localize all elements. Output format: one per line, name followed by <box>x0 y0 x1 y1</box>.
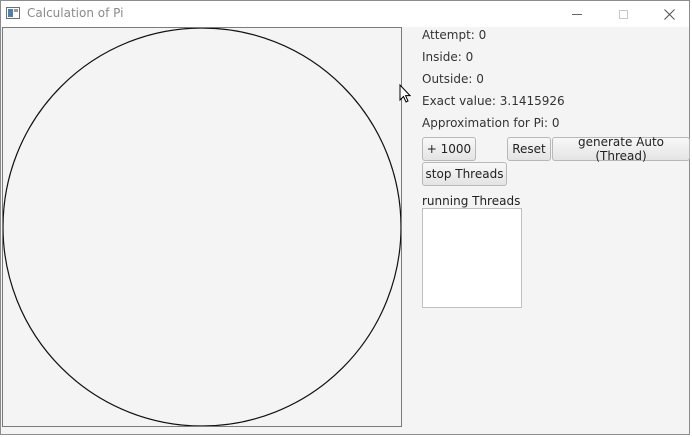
title-bar[interactable]: Calculation of Pi <box>1 1 689 27</box>
minimize-icon <box>572 13 582 15</box>
attempt-count: Attempt: 0 <box>422 28 487 42</box>
outside-count: Outside: 0 <box>422 72 484 86</box>
maximize-button[interactable] <box>600 1 646 27</box>
generate-auto-thread-button[interactable]: generate Auto (Thread) <box>552 135 690 163</box>
running-threads-list[interactable] <box>422 208 522 308</box>
minimize-button[interactable] <box>554 1 600 27</box>
add-1000-button[interactable]: + 1000 <box>422 137 476 161</box>
window-title: Calculation of Pi <box>27 6 124 20</box>
unit-circle-drawing <box>3 28 401 426</box>
close-icon <box>663 8 675 20</box>
stop-threads-button[interactable]: stop Threads <box>422 162 507 186</box>
unit-circle <box>3 28 401 426</box>
app-window-icon <box>6 7 20 19</box>
maximize-icon <box>618 9 628 19</box>
pi-approximation: Approximation for Pi: 0 <box>422 116 560 130</box>
mouse-pointer-icon <box>399 84 411 103</box>
inside-count: Inside: 0 <box>422 50 474 64</box>
running-threads-label: running Threads <box>422 194 521 208</box>
exact-value: Exact value: 3.1415926 <box>422 94 565 108</box>
close-button[interactable] <box>646 1 692 27</box>
app-window: Calculation of Pi Attempt: 0 Inside: 0 O… <box>0 0 690 435</box>
reset-button[interactable]: Reset <box>507 137 551 161</box>
simulation-canvas <box>2 27 402 427</box>
